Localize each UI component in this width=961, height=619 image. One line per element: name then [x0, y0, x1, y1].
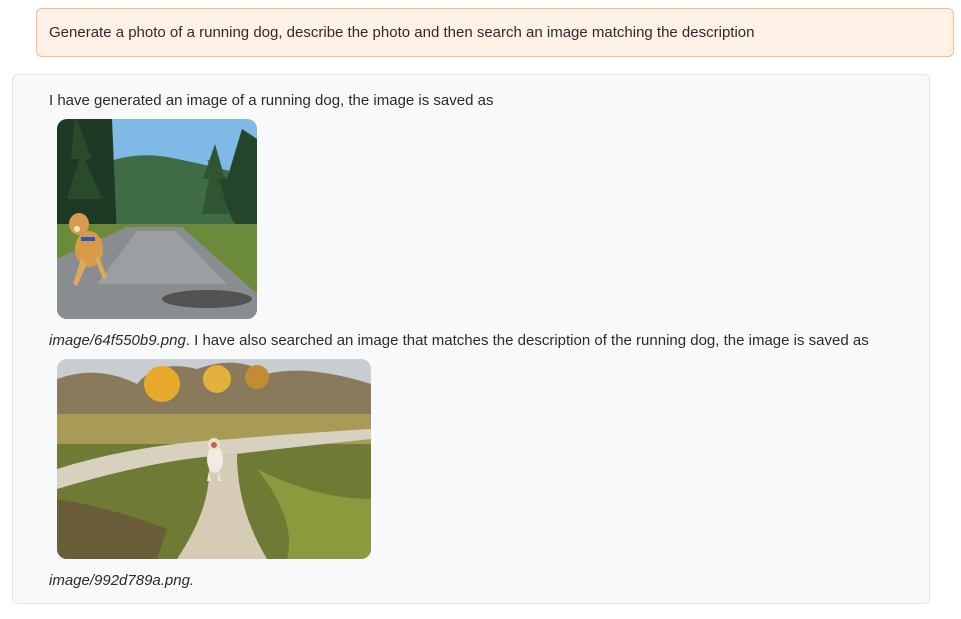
generated-dog-image[interactable]: [57, 119, 257, 319]
dog-road-photo: [57, 119, 257, 319]
image-path-2: image/992d789a.png: [49, 572, 190, 589]
dog-path-photo: [57, 359, 371, 559]
image-path-2-suffix: .: [189, 572, 195, 589]
user-message: Generate a photo of a running dog, descr…: [36, 8, 954, 57]
image-path-1: image/64f550b9.png: [49, 332, 186, 349]
user-message-text: Generate a photo of a running dog, descr…: [49, 24, 755, 41]
bot-message-line-3: image/992d789a.png.: [49, 572, 194, 589]
bot-message: I have generated an image of a running d…: [12, 74, 930, 604]
searched-dog-image[interactable]: [57, 359, 371, 559]
bot-message-line-1: I have generated an image of a running d…: [49, 92, 494, 109]
bot-message-line-2-text: . I have also searched an image that mat…: [185, 332, 869, 349]
bot-message-line-2: image/64f550b9.png. I have also searched…: [49, 332, 869, 349]
